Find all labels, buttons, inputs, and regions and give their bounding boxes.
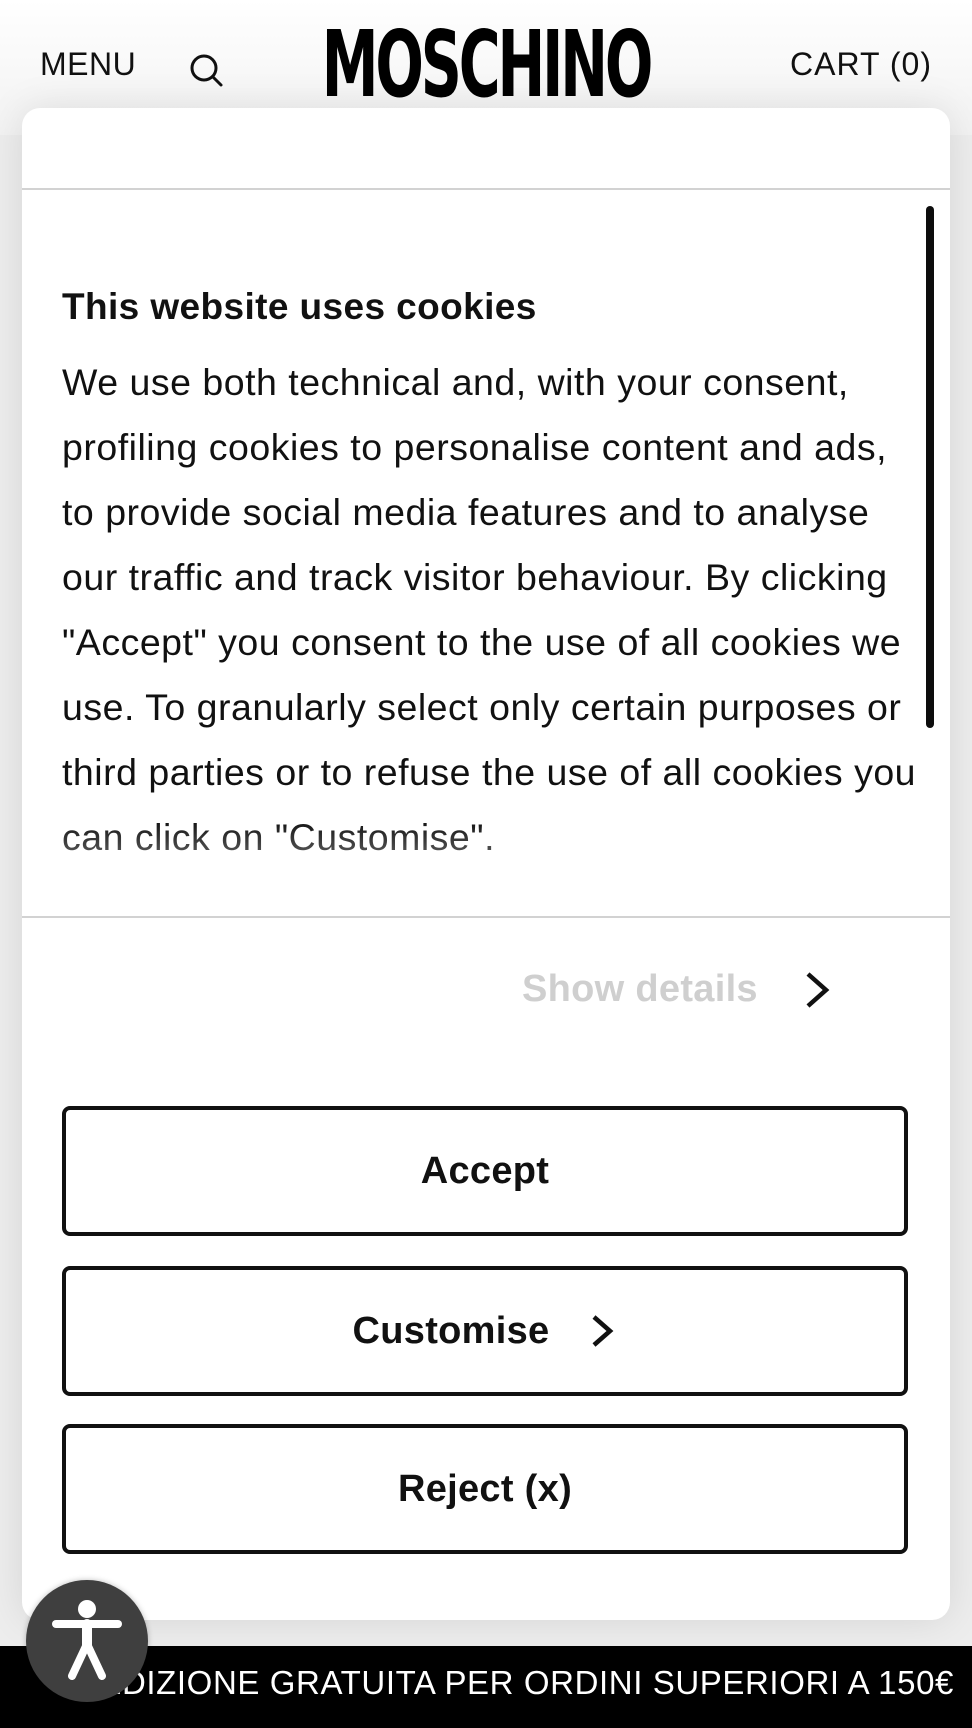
- show-details-label: Show details: [522, 968, 758, 1010]
- reject-button[interactable]: Reject (x): [62, 1424, 908, 1554]
- scrollbar-thumb[interactable]: [926, 206, 934, 728]
- divider: [22, 916, 950, 918]
- accessibility-icon: [52, 1600, 122, 1680]
- cart-link[interactable]: CART (0): [790, 46, 932, 83]
- cookie-title: This website uses cookies: [62, 286, 537, 327]
- customise-button[interactable]: Customise: [62, 1266, 908, 1396]
- accessibility-button[interactable]: [26, 1580, 148, 1702]
- chevron-right-icon: [806, 971, 830, 1008]
- chevron-right-icon: [593, 1315, 614, 1347]
- cookie-text-scroll-area[interactable]: This website uses cookies We use both te…: [22, 190, 950, 1024]
- search-icon[interactable]: [188, 52, 226, 90]
- accept-button-label: Accept: [420, 1149, 550, 1192]
- reject-button-label: Reject (x): [397, 1467, 573, 1510]
- moschino-logo[interactable]: MOSCHINO: [322, 11, 654, 118]
- customise-button-label: Customise: [352, 1309, 550, 1352]
- cookie-description: We use both technical and, with your con…: [62, 361, 917, 858]
- accept-button[interactable]: Accept: [62, 1106, 908, 1236]
- cookie-consent-dialog: This website uses cookies We use both te…: [22, 108, 950, 1620]
- menu-link[interactable]: MENU: [40, 46, 136, 83]
- show-details-link[interactable]: Show details: [522, 968, 834, 1011]
- promo-text: SPEDIZIONE GRATUITA PER ORDINI SUPERIORI…: [54, 1664, 954, 1701]
